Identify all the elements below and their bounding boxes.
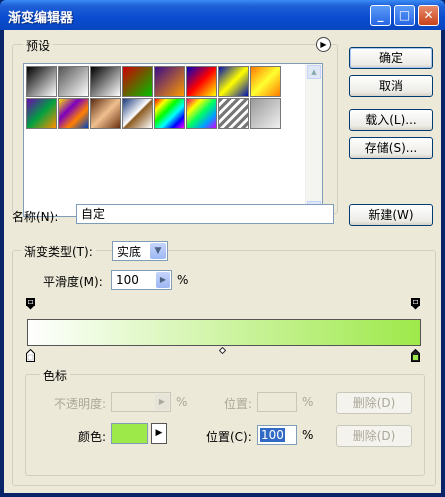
delete-color-stop-button: 删除(D) — [336, 425, 412, 447]
color-stop-right[interactable] — [411, 349, 420, 362]
midpoint-diamond-icon[interactable] — [219, 347, 226, 354]
window-title: 渐变编辑器 — [8, 11, 74, 26]
gradient-editor-window: 渐变编辑器 _ □ ✕ 预设 ▶ ▲ ▼ 确定 取消 载入(L)... 存储(S… — [0, 0, 445, 497]
presets-group: 预设 ▶ ▲ ▼ — [12, 37, 338, 217]
gradient-type-group: 渐变类型(T): 实底 ▼ 平滑度(M): 100 ▶ % 色标 不透明度: ▶… — [12, 241, 436, 486]
preset-swatch-black-white[interactable] — [90, 66, 121, 97]
preset-swatch-neutral-density[interactable] — [250, 98, 281, 129]
stops-group: 色标 不透明度: ▶ % 位置: % 删除(D) 颜色: ▶ 位置(C): 10… — [25, 367, 425, 476]
preset-swatch-yellow-violet-orange-blue[interactable] — [58, 98, 89, 129]
opacity-stop-left[interactable] — [26, 298, 35, 310]
color-position-unit: % — [302, 428, 314, 442]
smoothness-input[interactable]: 100 ▶ — [111, 270, 172, 290]
circle-arrow-icon[interactable]: ▶ — [316, 37, 331, 52]
opacity-unit: % — [176, 395, 188, 409]
save-button[interactable]: 存储(S)... — [349, 137, 433, 159]
stops-label: 色标 — [40, 367, 71, 384]
preset-swatch-orange-yellow-orange[interactable] — [250, 66, 281, 97]
opacity-stop-right[interactable] — [411, 298, 420, 310]
maximize-button[interactable]: □ — [394, 5, 415, 26]
opacity-position-input — [257, 392, 297, 412]
delete-opacity-stop-button: 删除(D) — [336, 392, 412, 414]
new-button[interactable]: 新建(W) — [349, 204, 433, 226]
ok-button[interactable]: 确定 — [349, 47, 433, 69]
color-position-input[interactable]: 100 — [257, 425, 297, 445]
smoothness-label: 平滑度(M): — [43, 275, 103, 289]
preset-swatch-spectrum[interactable] — [154, 98, 185, 129]
cancel-button[interactable]: 取消 — [349, 75, 433, 97]
opacity-position-unit: % — [302, 395, 314, 409]
preset-swatch-foreground-to-background[interactable] — [26, 66, 57, 97]
color-label: 颜色: — [78, 430, 107, 444]
arrow-right-icon: ▶ — [155, 394, 169, 410]
presets-scrollbar[interactable]: ▲ ▼ — [305, 64, 322, 216]
load-button[interactable]: 载入(L)... — [349, 109, 433, 131]
preset-swatch-chrome[interactable] — [122, 98, 153, 129]
preset-swatch-transparent-stripes[interactable] — [218, 98, 249, 129]
color-stop-left[interactable] — [26, 349, 35, 362]
presets-label: 预设 — [23, 37, 54, 54]
presets-list[interactable]: ▲ ▼ — [23, 63, 323, 217]
opacity-position-label: 位置: — [224, 397, 253, 411]
scroll-up-icon[interactable]: ▲ — [307, 65, 321, 79]
name-input[interactable]: 自定 — [76, 204, 334, 224]
smoothness-value: 100 — [116, 273, 139, 287]
stop-color-swatch[interactable] — [111, 423, 148, 444]
color-position-value: 100 — [260, 428, 285, 442]
color-menu-arrow-icon[interactable]: ▶ — [151, 423, 167, 444]
preset-swatch-foreground-to-transparent[interactable] — [58, 66, 89, 97]
preset-swatch-blue-red-yellow[interactable] — [186, 66, 217, 97]
close-button[interactable]: ✕ — [418, 5, 439, 26]
preset-swatch-violet-green-orange[interactable] — [26, 98, 57, 129]
gradient-type-label: 渐变类型(T): — [21, 243, 96, 260]
title-bar[interactable]: 渐变编辑器 _ □ ✕ — [0, 0, 445, 30]
opacity-label: 不透明度: — [54, 397, 107, 411]
preset-swatch-blue-yellow-blue[interactable] — [218, 66, 249, 97]
chevron-down-icon[interactable]: ▼ — [150, 243, 166, 259]
name-label: 名称(N): — [12, 210, 59, 224]
preset-swatch-red-green[interactable] — [122, 66, 153, 97]
gradient-type-value: 实底 — [117, 245, 142, 259]
smoothness-unit: % — [177, 273, 189, 287]
dialog-body: 预设 ▶ ▲ ▼ 确定 取消 载入(L)... 存储(S)... 名称(N): … — [4, 30, 441, 493]
minimize-button[interactable]: _ — [370, 5, 391, 26]
opacity-input: ▶ — [111, 392, 171, 412]
preset-swatch-copper[interactable] — [90, 98, 121, 129]
arrow-right-icon[interactable]: ▶ — [156, 272, 170, 288]
gradient-preview-bar[interactable] — [27, 319, 421, 346]
gradient-type-select[interactable]: 实底 ▼ — [112, 241, 168, 261]
preset-swatch-violet-orange[interactable] — [154, 66, 185, 97]
color-position-label: 位置(C): — [206, 430, 252, 444]
preset-swatch-transparent-rainbow[interactable] — [186, 98, 217, 129]
